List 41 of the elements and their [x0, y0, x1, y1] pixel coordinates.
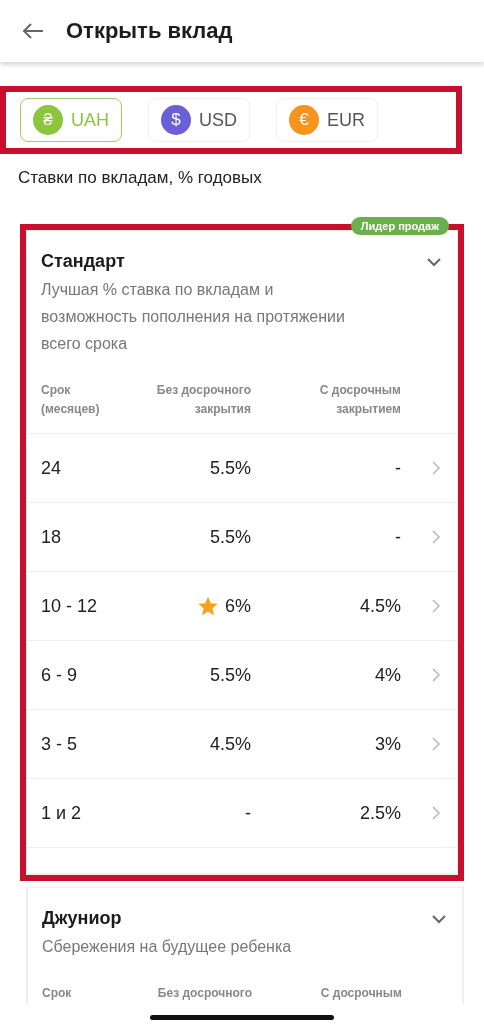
chevron-right-icon[interactable]	[429, 736, 443, 752]
table-cell-text: 4.5%	[358, 595, 401, 617]
chevron-right-icon[interactable]	[429, 598, 443, 614]
page-title: Открыть вклад	[66, 18, 233, 44]
chevron-right-icon[interactable]	[429, 805, 443, 821]
column-header: Срок (месяцев)	[41, 382, 101, 418]
table-cell: 6%	[225, 595, 251, 617]
column-header: Без досрочного закрытия	[155, 382, 251, 418]
table-cell-text: 3%	[374, 733, 401, 755]
table-cell-text: -	[394, 526, 401, 548]
column-header: Без досрочного	[156, 985, 252, 1002]
chevron-right-icon[interactable]	[429, 667, 443, 683]
table-cell: 4.5%	[209, 733, 251, 755]
currency-tab[interactable]: $ USD	[148, 98, 251, 142]
chevron-right-icon[interactable]	[429, 529, 443, 545]
table-cell-text: 18	[41, 526, 63, 548]
column-header: Срок	[42, 985, 73, 1002]
back-arrow-icon[interactable]	[22, 22, 44, 40]
plan-description: Лучшая % ставка по вкладам и возможность пополнения на протяжении всего срока	[40, 280, 346, 354]
table-cell: 5.5%	[209, 526, 251, 548]
table-cell-text: 3 - 5	[41, 733, 79, 755]
table-cell-text: 1 и 2	[41, 802, 83, 824]
table-cell-text: 2.5%	[358, 802, 401, 824]
table-cell: 5.5%	[209, 457, 251, 479]
home-indicator[interactable]	[150, 1015, 334, 1020]
table-cell: 5.5%	[209, 664, 251, 686]
table-cell-text: 24	[41, 457, 63, 479]
plan-title: Джуниор	[42, 908, 122, 929]
column-header: С досрочным закрытием	[318, 382, 401, 418]
rates-caption: Ставки по вкладам, % годовых	[18, 168, 263, 188]
table-cell: -	[245, 802, 251, 824]
table-cell-text: 10 - 12	[41, 595, 99, 617]
chevron-right-icon[interactable]	[429, 460, 443, 476]
plan-title: Стандарт	[41, 251, 125, 272]
currency-tab[interactable]: € EUR	[276, 98, 379, 142]
plan-description: Сбережения на будущее ребенка	[41, 937, 293, 957]
badge: Лидер продаж	[350, 217, 449, 235]
table-cell-text: 6 - 9	[41, 664, 79, 686]
table-cell-text: -	[394, 457, 401, 479]
column-header: С досрочным	[319, 985, 402, 1002]
table-cell-text: 4%	[374, 664, 401, 686]
